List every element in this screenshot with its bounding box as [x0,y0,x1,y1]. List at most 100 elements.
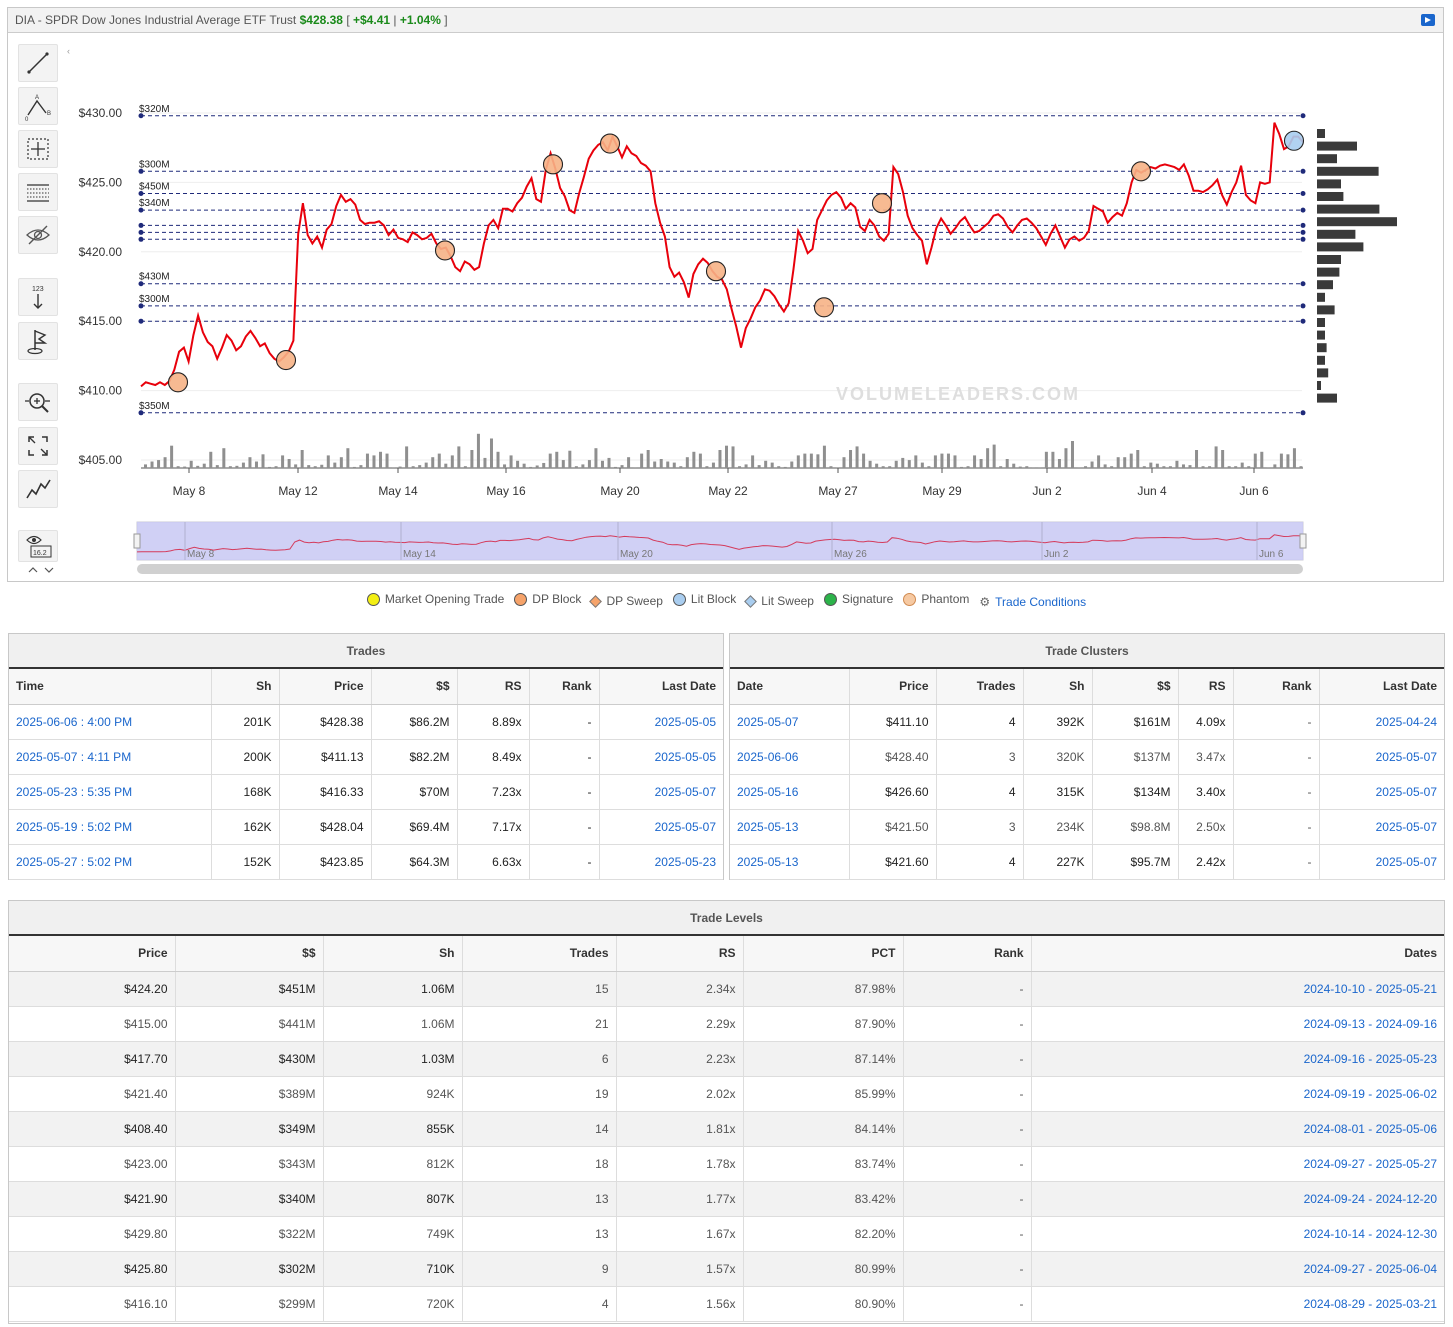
cell-dates[interactable]: 2024-10-10 - 2025-05-21 [1031,971,1444,1007]
cell-rank: - [529,844,600,880]
column-header-sh[interactable]: Sh [323,936,463,972]
cell-date[interactable]: 2025-05-13 [730,844,850,880]
cell-last-date[interactable]: 2025-05-07 [1319,774,1444,810]
cell-date[interactable]: 2025-05-13 [730,809,850,845]
volume-bar [1090,461,1094,468]
volume-bar [757,465,761,468]
cell-dates[interactable]: 2024-09-13 - 2024-09-16 [1031,1006,1444,1042]
cell-last-date[interactable]: 2025-05-07 [599,774,723,810]
table-row[interactable]: $424.20 $451M 1.06M 15 2.34x 87.98% -2024-10-1… [9,971,1444,1007]
column-header-trades[interactable]: Trades [936,669,1024,705]
table-row[interactable]: 2025-06-06 : 4:00 PM 201K $428.38 $86.2M 8.8… [9,704,723,740]
legend-item-market-opening-trade[interactable]: Market Opening Trade [366,592,504,606]
column-header-dates[interactable]: Dates [1031,936,1444,972]
cell-date[interactable]: 2025-05-07 [730,704,850,740]
table-row[interactable]: $408.40 $349M 855K 14 1.81x 84.14% -2024-08-01… [9,1111,1444,1147]
cell-dates[interactable]: 2024-09-27 - 2025-06-04 [1031,1251,1444,1287]
legend-item-dp-sweep[interactable]: DP Sweep [589,594,663,608]
column-header-rs[interactable]: RS [1178,669,1234,705]
column-header--[interactable]: $$ [371,669,458,705]
column-header-last-date[interactable]: Last Date [599,669,723,705]
cell-last-date[interactable]: 2025-05-07 [1319,809,1444,845]
volume-bar [1214,446,1218,468]
table-row[interactable]: $421.40 $389M 924K 19 2.02x 85.99% -2024-09-19… [9,1076,1444,1112]
cell-dates[interactable]: 2024-08-29 - 2025-03-21 [1031,1286,1444,1322]
cell-dates[interactable]: 2024-09-27 - 2025-05-27 [1031,1146,1444,1182]
cell-trades: 3 [936,809,1024,845]
column-header-last-date[interactable]: Last Date [1319,669,1444,705]
table-row[interactable]: 2025-05-07 : 4:11 PM 200K $411.13 $82.2M 8.4… [9,739,723,775]
table-row[interactable]: 2025-05-27 : 5:02 PM 152K $423.85 $64.3M 6.6… [9,844,723,880]
table-row[interactable]: 2025-05-07 $411.10 4 392K $161M 4.09x -2025-04… [730,704,1444,740]
column-header-rs[interactable]: RS [457,669,530,705]
column-header-price[interactable]: Price [9,936,176,972]
cell-time[interactable]: 2025-05-19 : 5:02 PM [9,809,212,845]
column-header-rs[interactable]: RS [616,936,744,972]
column-header-pct[interactable]: PCT [743,936,904,972]
cell-last-date[interactable]: 2025-05-07 [1319,739,1444,775]
table-row[interactable]: $429.80 $322M 749K 13 1.67x 82.20% -2024-10-14… [9,1216,1444,1252]
navigator-scrollbar[interactable] [137,564,1303,574]
legend-item-signature[interactable]: Signature [823,592,893,606]
cell-date[interactable]: 2025-06-06 [730,739,850,775]
table-row[interactable]: 2025-05-19 : 5:02 PM 162K $428.04 $69.4M 7.1… [9,809,723,845]
cell-dates[interactable]: 2024-09-16 - 2025-05-23 [1031,1041,1444,1077]
table-row[interactable]: 2025-05-23 : 5:35 PM 168K $416.33 $70M 7.23x… [9,774,723,810]
cell-last-date[interactable]: 2025-04-24 [1319,704,1444,740]
cell-dates[interactable]: 2024-08-01 - 2025-05-06 [1031,1111,1444,1147]
column-header-trades[interactable]: Trades [462,936,617,972]
table-row[interactable]: 2025-05-13 $421.60 4 227K $95.7M 2.42x -2025-0… [730,844,1444,880]
column-header-price[interactable]: Price [849,669,937,705]
cell-dates[interactable]: 2024-09-24 - 2024-12-20 [1031,1181,1444,1217]
legend-item-dp-block[interactable]: DP Block [514,592,581,606]
price-chart[interactable]: $405.00 $410.00 $415.00 $420.00 $425.00 $430.… [8,34,1443,582]
cell-rs: 4.09x [1178,704,1234,740]
table-row[interactable]: $423.00 $343M 812K 18 1.78x 83.74% -2024-09-27… [9,1146,1444,1182]
legend-item-phantom[interactable]: Phantom [903,592,969,606]
legend-item-lit-block[interactable]: Lit Block [672,592,736,606]
cell-time[interactable]: 2025-05-07 : 4:11 PM [9,739,212,775]
table-row[interactable]: 2025-06-06 $428.40 3 320K $137M 3.47x -2025-05… [730,739,1444,775]
volume-bar [150,461,154,468]
legend-item-lit-sweep[interactable]: Lit Sweep [744,594,814,608]
column-header-rank[interactable]: Rank [1233,669,1320,705]
table-row[interactable]: $425.80 $302M 710K 9 1.57x 80.99% -2024-09-27 … [9,1251,1444,1287]
table-row[interactable]: 2025-05-13 $421.50 3 234K $98.8M 2.50x -2025-0… [730,809,1444,845]
navigator-left-handle[interactable] [133,533,141,549]
cell-last-date[interactable]: 2025-05-05 [599,704,723,740]
column-header-time[interactable]: Time [9,669,212,705]
table-row[interactable]: $416.10 $299M 720K 4 1.56x 80.90% -2024-08-29 … [9,1286,1444,1322]
column-header--[interactable]: $$ [175,936,324,972]
play-toggle-button[interactable] [1421,14,1435,26]
cell-time[interactable]: 2025-05-23 : 5:35 PM [9,774,212,810]
volume-bar [849,450,853,468]
cell-last-date[interactable]: 2025-05-07 [1319,844,1444,880]
cell-trades: 3 [936,739,1024,775]
table-row[interactable]: 2025-05-16 $426.60 4 315K $134M 3.40x -2025-05… [730,774,1444,810]
column-header-rank[interactable]: Rank [529,669,600,705]
column-header-sh[interactable]: Sh [1023,669,1093,705]
clusters-table: Date Price Trades Sh $$ RS Rank Last Date 2025-… [730,669,1444,880]
cell-last-date[interactable]: 2025-05-05 [599,739,723,775]
cell-dates[interactable]: 2024-09-19 - 2025-06-02 [1031,1076,1444,1112]
column-header--[interactable]: $$ [1092,669,1179,705]
cell-time[interactable]: 2025-06-06 : 4:00 PM [9,704,212,740]
cell-last-date[interactable]: 2025-05-23 [599,844,723,880]
cell-last-date[interactable]: 2025-05-07 [599,809,723,845]
watermark: VOLUMELEADERS.COM [836,384,1080,404]
table-row[interactable]: $415.00 $441M 1.06M 21 2.29x 87.90% -2024-09-1… [9,1006,1444,1042]
navigator-label: Jun 2 [1044,549,1069,560]
legend-item-trade-conditions[interactable]: ⚙ Trade Conditions [979,595,1086,609]
table-row[interactable]: $421.90 $340M 807K 13 1.77x 83.42% -2024-09-24… [9,1181,1444,1217]
cell-time[interactable]: 2025-05-27 : 5:02 PM [9,844,212,880]
cell-date[interactable]: 2025-05-16 [730,774,850,810]
column-header-rank[interactable]: Rank [903,936,1032,972]
table-row[interactable]: $417.70 $430M 1.03M 6 2.23x 87.14% -2024-09-16… [9,1041,1444,1077]
column-header-sh[interactable]: Sh [211,669,280,705]
range-navigator[interactable]: May 8 May 14 May 20 May 26 Jun 2 Jun 6 [133,521,1307,574]
column-header-price[interactable]: Price [279,669,372,705]
navigator-right-handle[interactable] [1299,533,1307,549]
column-header-date[interactable]: Date [730,669,850,705]
cell-dates[interactable]: 2024-10-14 - 2024-12-30 [1031,1216,1444,1252]
cell-rank: - [1233,809,1320,845]
